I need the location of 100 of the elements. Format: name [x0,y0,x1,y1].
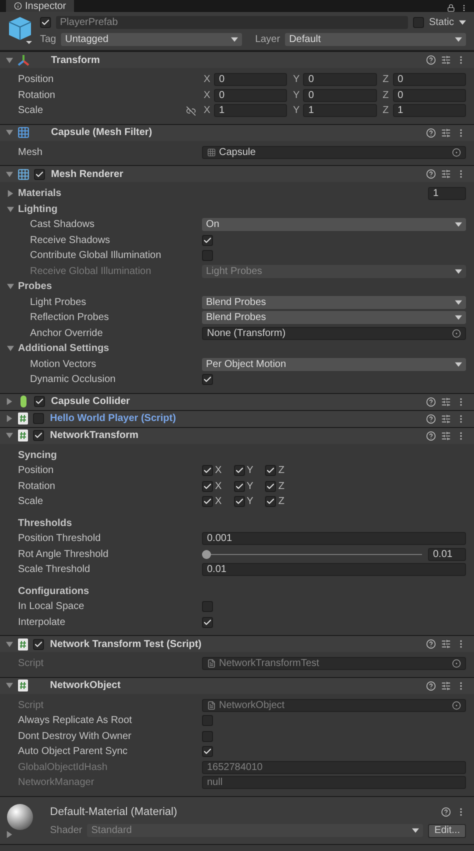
number-field[interactable]: 1 [428,187,466,200]
help-icon[interactable] [426,128,436,138]
checkbox[interactable] [265,496,276,508]
layer-dropdown[interactable]: Default [285,32,466,46]
inspector-tab[interactable]: Inspector [6,0,74,12]
help-icon[interactable] [426,680,436,690]
component-header[interactable]: Hello World Player (Script) [0,410,474,426]
checkbox[interactable] [234,465,245,476]
foldout-label[interactable]: Additional Settings [18,343,110,354]
presets-icon[interactable] [441,430,451,440]
checkbox[interactable] [412,16,424,28]
number-field[interactable]: 0 [303,73,377,86]
component-header[interactable]: NetworkTransform [0,428,474,444]
checkbox[interactable] [265,480,276,492]
component-header[interactable]: NetworkObject [0,678,474,694]
checkbox[interactable] [202,715,213,726]
component-header[interactable]: Capsule Collider [0,394,474,410]
foldout-arrow-icon[interactable] [6,682,13,689]
component-header[interactable]: Capsule (Mesh Filter) [0,124,474,140]
presets-icon[interactable] [441,396,451,406]
number-field[interactable]: 1 [214,104,288,118]
object-field[interactable]: None (Transform) [202,326,466,340]
foldout-arrow-icon[interactable] [6,56,13,64]
foldout-arrow-icon[interactable] [6,640,13,648]
object-picker-icon[interactable] [452,148,461,157]
tag-dropdown[interactable]: Untagged [61,32,242,46]
checkbox[interactable] [202,465,213,476]
dropdown[interactable]: On [202,218,466,232]
foldout-arrow-icon[interactable] [7,283,14,290]
checkbox[interactable] [202,250,213,262]
dropdown[interactable]: Blend Probes [202,296,466,309]
foldout-arrow-icon[interactable] [6,432,13,439]
checkbox[interactable] [33,413,44,424]
checkbox[interactable] [202,746,213,758]
help-icon[interactable] [426,396,436,406]
checkbox[interactable] [202,616,213,628]
help-icon[interactable] [426,169,436,179]
checkbox[interactable] [234,480,245,492]
text-field[interactable]: 0.01 [202,563,466,576]
foldout-label[interactable]: Lighting [18,204,58,215]
field-label: NetworkManager [18,777,94,788]
foldout-arrow-icon[interactable] [7,206,14,213]
checkbox[interactable] [33,638,44,650]
component-header[interactable]: Transform [0,52,474,68]
number-field[interactable]: 1 [303,104,377,118]
help-icon[interactable] [426,414,436,424]
checkbox[interactable] [234,496,245,508]
foldout-arrow-icon[interactable] [6,398,13,405]
checkbox[interactable] [34,168,45,180]
help-icon[interactable] [441,806,451,816]
checkbox[interactable] [265,465,276,476]
presets-icon[interactable] [441,169,451,179]
checkbox[interactable] [33,430,44,441]
object-field[interactable]: Capsule [202,146,466,159]
checkbox[interactable] [202,730,213,742]
foldout-arrow-icon[interactable] [6,129,13,136]
presets-icon[interactable] [441,128,451,138]
object-picker-icon[interactable] [452,328,461,338]
number-field[interactable]: 0 [303,88,377,102]
foldout-arrow-icon[interactable] [6,415,13,422]
foldout-arrow-icon[interactable] [7,345,14,352]
presets-icon[interactable] [441,639,451,649]
help-icon[interactable] [426,430,436,440]
number-field[interactable]: 1 [392,104,466,118]
presets-icon[interactable] [441,414,451,424]
object-picker-icon[interactable] [452,700,461,710]
help-icon[interactable] [426,55,436,65]
checkbox[interactable] [40,16,51,28]
presets-icon[interactable] [441,680,451,690]
presets-icon[interactable] [441,55,451,65]
slider-thumb[interactable] [202,550,211,559]
checkbox[interactable] [202,480,213,492]
component-header[interactable]: Mesh Renderer [0,166,474,182]
help-icon[interactable] [426,639,436,649]
dropdown[interactable]: Blend Probes [202,311,466,324]
unlink-icon[interactable] [186,106,196,116]
checkbox[interactable] [202,374,213,386]
dropdown[interactable]: Per Object Motion [202,358,466,371]
foldout-label[interactable]: Probes [18,281,52,292]
checkbox[interactable] [202,496,213,508]
number-field[interactable]: 0.01 [428,548,466,561]
lock-icon[interactable] [447,4,455,12]
number-field[interactable]: 0 [214,73,288,86]
edit-button[interactable]: Edit... [428,824,466,838]
axis-label: Z [278,465,284,476]
text-field[interactable]: 0.001 [202,532,466,546]
number-field[interactable]: 0 [214,88,288,102]
foldout-arrow-icon[interactable] [6,170,13,178]
checkbox[interactable] [202,234,213,246]
field-label: Rotation [18,480,56,492]
foldout-label[interactable]: Materials [18,188,62,200]
foldout-arrow-icon[interactable] [7,190,14,198]
checkbox[interactable] [34,396,45,407]
checkbox[interactable] [202,601,213,612]
object-picker-icon[interactable] [452,659,461,668]
foldout-arrow-icon[interactable] [6,830,13,838]
component-header[interactable]: Network Transform Test (Script) [0,636,474,652]
number-field[interactable]: 0 [392,88,466,102]
number-field[interactable]: 0 [392,73,466,86]
name-field[interactable]: PlayerPrefab [56,16,408,28]
